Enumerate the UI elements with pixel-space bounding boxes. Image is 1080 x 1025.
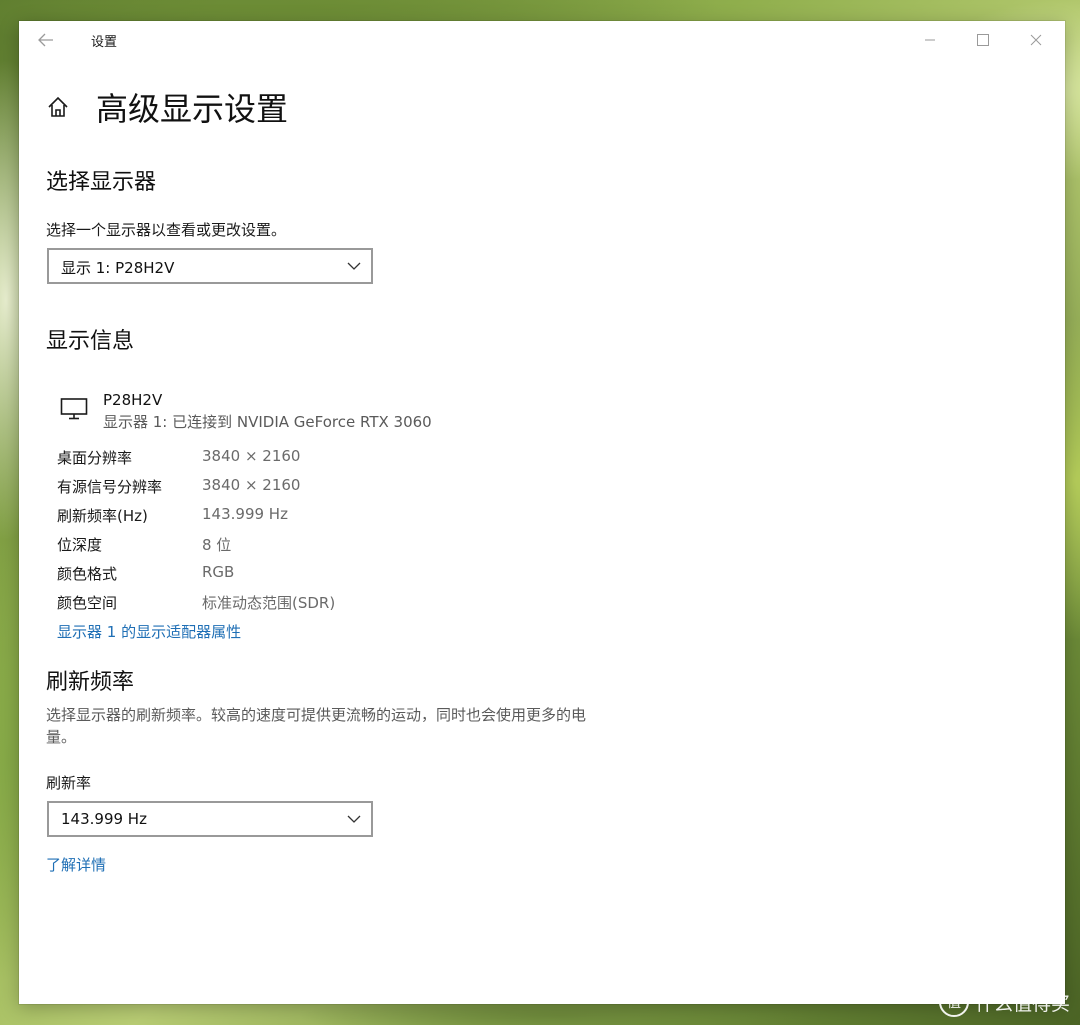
info-row-bit-depth: 位深度 8 位 xyxy=(57,534,557,556)
watermark-text: 什么值得买 xyxy=(974,992,1070,1015)
chevron-down-icon xyxy=(347,815,361,823)
info-value: 3840 × 2160 xyxy=(202,476,301,494)
display-select-value: 显示 1: P28H2V xyxy=(61,259,175,277)
watermark: 值 什么值得买 xyxy=(938,987,1070,1017)
info-row-color-space: 颜色空间 标准动态范围(SDR) xyxy=(57,592,557,614)
home-icon[interactable] xyxy=(45,94,71,120)
info-row-active-signal-resolution: 有源信号分辨率 3840 × 2160 xyxy=(57,476,557,498)
minimize-button[interactable] xyxy=(907,21,953,59)
info-label: 有源信号分辨率 xyxy=(57,478,163,496)
close-button[interactable] xyxy=(1013,21,1059,59)
info-value: 143.999 Hz xyxy=(202,505,288,523)
app-title: 设置 xyxy=(91,35,118,50)
maximize-button[interactable] xyxy=(960,21,1006,59)
display-select-dropdown[interactable]: 显示 1: P28H2V xyxy=(47,248,373,284)
title-bar: 设置 xyxy=(19,21,1065,59)
chevron-down-icon xyxy=(347,262,361,270)
info-label: 桌面分辨率 xyxy=(57,449,133,467)
refresh-rate-value: 143.999 Hz xyxy=(61,810,147,828)
refresh-rate-heading: 刷新频率 xyxy=(46,670,135,695)
page-title: 高级显示设置 xyxy=(96,90,289,128)
settings-window: 设置 高级显示设置 选择显示器 选择一个显示器以查看或更改设置。 显示 1: P… xyxy=(19,21,1065,1004)
info-value: 标准动态范围(SDR) xyxy=(202,594,336,612)
monitor-icon xyxy=(60,397,88,421)
info-value: 8 位 xyxy=(202,536,232,554)
watermark-logo: 值 xyxy=(938,987,969,1017)
monitor-connection: 显示器 1: 已连接到 NVIDIA GeForce RTX 3060 xyxy=(103,413,432,431)
info-label: 颜色空间 xyxy=(57,594,118,612)
back-arrow-icon xyxy=(38,33,53,47)
refresh-rate-description: 选择显示器的刷新频率。较高的速度可提供更流畅的运动，同时也会使用更多的电量。 xyxy=(46,706,587,746)
display-adapter-properties-link[interactable]: 显示器 1 的显示适配器属性 xyxy=(57,621,241,642)
info-label: 刷新频率(Hz) xyxy=(57,507,148,525)
learn-more-link[interactable]: 了解详情 xyxy=(46,854,106,875)
close-icon xyxy=(1030,34,1042,46)
monitor-name: P28H2V xyxy=(103,391,163,409)
back-button[interactable] xyxy=(31,27,61,53)
maximize-icon xyxy=(977,34,989,46)
refresh-rate-label: 刷新率 xyxy=(46,774,92,792)
info-row-color-format: 颜色格式 RGB xyxy=(57,563,557,585)
minimize-icon xyxy=(925,39,935,41)
info-label: 位深度 xyxy=(57,536,103,554)
info-label: 颜色格式 xyxy=(57,565,118,583)
display-info-heading: 显示信息 xyxy=(46,329,135,354)
info-row-desktop-resolution: 桌面分辨率 3840 × 2160 xyxy=(57,447,557,469)
refresh-rate-dropdown[interactable]: 143.999 Hz xyxy=(47,801,373,837)
select-display-description: 选择一个显示器以查看或更改设置。 xyxy=(46,221,287,239)
info-value: 3840 × 2160 xyxy=(202,447,301,465)
select-display-heading: 选择显示器 xyxy=(46,170,157,195)
info-value: RGB xyxy=(202,563,235,581)
info-row-refresh-rate: 刷新频率(Hz) 143.999 Hz xyxy=(57,505,557,527)
